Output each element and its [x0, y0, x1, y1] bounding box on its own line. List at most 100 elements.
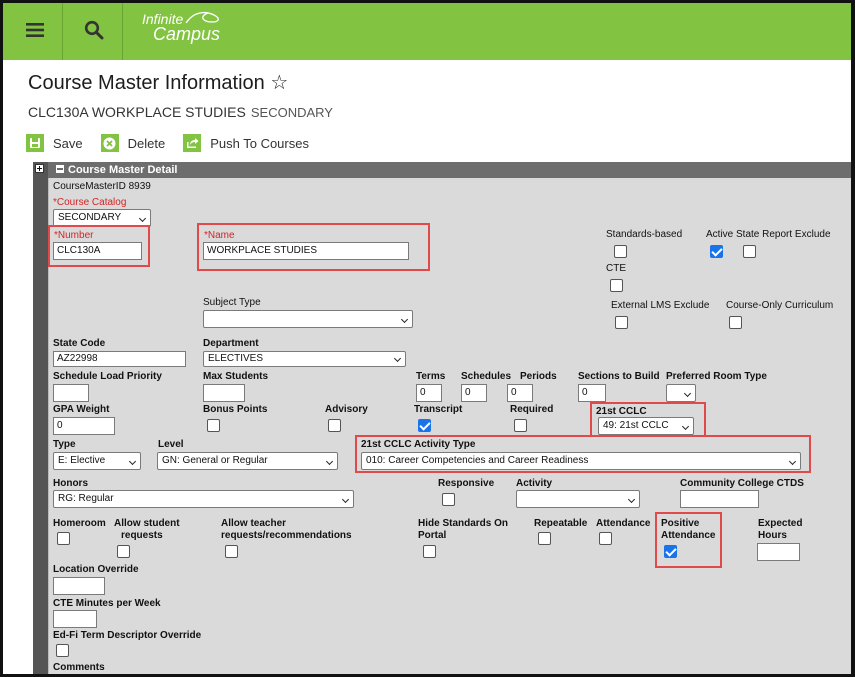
sections-to-build-input[interactable]: 0: [578, 384, 606, 402]
community-college-ctds-input[interactable]: [680, 490, 759, 508]
homeroom-checkbox[interactable]: [57, 532, 70, 545]
attendance-label: Attendance: [596, 518, 651, 529]
hamburger-menu-icon: [26, 23, 44, 37]
type-select[interactable]: E: Elective: [53, 452, 141, 470]
allow-teacher-requests-label-line2: requests/recommendations: [221, 530, 352, 541]
positive-attendance-label-line2: Attendance: [661, 530, 716, 541]
infinite-campus-logo[interactable]: Infinite Campus: [142, 11, 221, 44]
chevron-down-icon: [128, 457, 137, 466]
bonus-points-checkbox[interactable]: [207, 419, 220, 432]
chevron-down-icon: [138, 214, 147, 223]
chevron-down-icon: [627, 495, 636, 504]
cclc-activity-type-label: 21st CCLC Activity Type: [361, 439, 476, 450]
allow-teacher-requests-checkbox[interactable]: [225, 545, 238, 558]
terms-input[interactable]: 0: [416, 384, 442, 402]
max-students-input[interactable]: [203, 384, 245, 402]
subject-type-label: Subject Type: [203, 297, 261, 308]
required-checkbox[interactable]: [514, 419, 527, 432]
activity-select[interactable]: [516, 490, 640, 508]
subject-type-select[interactable]: [203, 310, 413, 328]
search-button[interactable]: [67, 4, 121, 56]
type-value: E: Elective: [58, 455, 106, 466]
level-label: Level: [158, 439, 184, 450]
expected-hours-label-line2: Hours: [758, 530, 787, 541]
department-select[interactable]: ELECTIVES: [203, 351, 406, 367]
level-select[interactable]: GN: General or Regular: [157, 452, 338, 470]
course-type: SECONDARY: [250, 105, 333, 120]
preferred-room-type-select[interactable]: [666, 384, 696, 402]
course-only-curriculum-label: Course-Only Curriculum: [726, 300, 834, 311]
responsive-checkbox[interactable]: [442, 493, 455, 506]
course-only-curriculum-checkbox[interactable]: [729, 316, 742, 329]
state-code-input[interactable]: AZ22998: [53, 351, 186, 367]
save-icon: [26, 134, 44, 152]
logo-line-2: Campus: [153, 24, 221, 44]
homeroom-label: Homeroom: [53, 518, 106, 529]
course-name: CLC130A WORKPLACE STUDIES: [28, 104, 246, 120]
course-catalog-label: *Course Catalog: [53, 197, 127, 208]
chevron-down-icon: [788, 457, 797, 466]
menu-button[interactable]: [8, 4, 62, 56]
cclc-value: 49: 21st CCLC: [603, 420, 669, 431]
community-college-ctds-label: Community College CTDS: [680, 478, 804, 489]
comments-label: Comments: [53, 662, 105, 673]
allow-student-requests-checkbox[interactable]: [117, 545, 130, 558]
sections-to-build-label: Sections to Build: [578, 371, 660, 382]
location-override-label: Location Override: [53, 564, 139, 575]
type-label: Type: [53, 439, 76, 450]
cclc-activity-type-value: 010: Career Competencies and Career Read…: [366, 455, 589, 466]
allow-student-requests-label-line2: requests: [121, 530, 163, 541]
positive-attendance-checkbox[interactable]: [664, 545, 677, 558]
course-master-id: CourseMasterID 8939: [53, 181, 151, 192]
active-state-report-exclude-label: Active State Report Exclude: [706, 229, 831, 240]
chevron-down-icon: [681, 422, 690, 431]
bonus-points-label: Bonus Points: [203, 404, 268, 415]
honors-label: Honors: [53, 478, 88, 489]
department-value: ELECTIVES: [208, 353, 264, 364]
expected-hours-input[interactable]: [757, 543, 800, 561]
cte-checkbox[interactable]: [610, 279, 623, 292]
advisory-checkbox[interactable]: [328, 419, 341, 432]
periods-input[interactable]: 0: [507, 384, 533, 402]
number-input[interactable]: CLC130A: [53, 242, 142, 260]
cclc-label: 21st CCLC: [596, 406, 647, 417]
state-report-exclude-checkbox[interactable]: [743, 245, 756, 258]
advisory-label: Advisory: [325, 404, 368, 415]
top-navigation-bar: Infinite Campus: [0, 0, 855, 60]
transcript-checkbox[interactable]: [418, 419, 431, 432]
panel-left-rail: [33, 162, 48, 677]
name-input[interactable]: WORKPLACE STUDIES: [203, 242, 409, 260]
cclc-activity-type-select[interactable]: 010: Career Competencies and Career Read…: [361, 452, 801, 470]
active-state-report-exclude-checkbox[interactable]: [710, 245, 723, 258]
repeatable-checkbox[interactable]: [538, 532, 551, 545]
collapse-icon: [56, 165, 64, 173]
location-override-input[interactable]: [53, 577, 105, 595]
save-button[interactable]: Save: [26, 134, 83, 152]
hide-standards-on-portal-checkbox[interactable]: [423, 545, 436, 558]
panel-header[interactable]: Course Master Detail: [48, 162, 851, 178]
cte-minutes-per-week-input[interactable]: [53, 610, 97, 628]
gpa-weight-input[interactable]: 0: [53, 417, 115, 435]
push-arrow-icon: [183, 134, 202, 152]
delete-label: Delete: [127, 135, 166, 151]
cclc-select[interactable]: 49: 21st CCLC: [598, 417, 694, 435]
honors-select[interactable]: RG: Regular: [53, 490, 354, 508]
number-label: *Number: [54, 230, 94, 241]
attendance-checkbox[interactable]: [599, 532, 612, 545]
gpa-weight-label: GPA Weight: [53, 404, 110, 415]
edfi-term-descriptor-override-checkbox[interactable]: [56, 644, 69, 657]
delete-button[interactable]: Delete: [100, 134, 166, 152]
course-catalog-select[interactable]: SECONDARY: [53, 209, 151, 227]
schedule-load-priority-input[interactable]: [53, 384, 89, 402]
schedules-input[interactable]: 0: [461, 384, 487, 402]
terms-label: Terms: [416, 371, 446, 382]
expand-icon[interactable]: [35, 164, 44, 173]
repeatable-label: Repeatable: [534, 518, 588, 529]
chevron-down-icon: [683, 389, 692, 398]
max-students-label: Max Students: [203, 371, 269, 382]
push-to-courses-button[interactable]: Push To Courses: [183, 134, 309, 152]
external-lms-exclude-label: External LMS Exclude: [611, 300, 710, 311]
external-lms-exclude-checkbox[interactable]: [615, 316, 628, 329]
cte-minutes-per-week-label: CTE Minutes per Week: [53, 598, 161, 609]
standards-based-checkbox[interactable]: [614, 245, 627, 258]
